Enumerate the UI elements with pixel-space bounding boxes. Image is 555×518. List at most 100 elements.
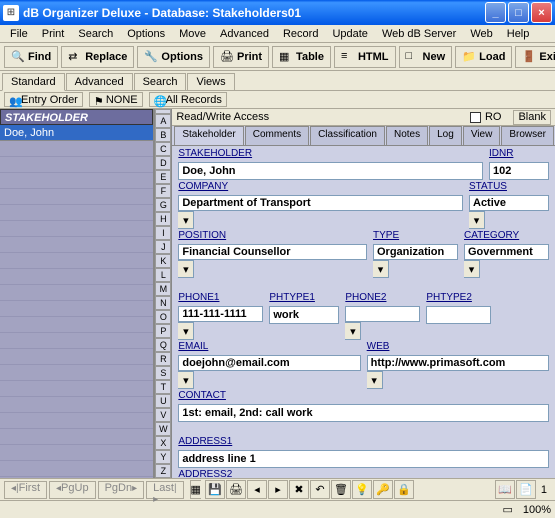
alpha-b[interactable]: B (155, 128, 171, 142)
web-input[interactable] (367, 355, 549, 371)
stakeholder-input[interactable] (178, 162, 483, 180)
position-input[interactable] (178, 244, 367, 260)
exit-button[interactable]: 🚪Exit (515, 46, 555, 68)
alpha-v[interactable]: V (155, 408, 171, 422)
menu-options[interactable]: Options (121, 27, 171, 41)
position-dropdown[interactable]: ▾ (178, 260, 194, 278)
address1-input[interactable] (178, 450, 549, 468)
pgup-button[interactable]: ◂PgUp (49, 481, 96, 499)
tab-views[interactable]: Views (187, 73, 234, 90)
phone1-input[interactable] (178, 306, 263, 322)
list-item[interactable]: Doe, John (0, 125, 153, 141)
tab-search[interactable]: Search (134, 73, 187, 90)
menu-help[interactable]: Help (501, 27, 536, 41)
alpha-q[interactable]: Q (155, 338, 171, 352)
idnr-input[interactable] (489, 162, 549, 180)
menu-file[interactable]: File (4, 27, 34, 41)
category-input[interactable] (464, 244, 549, 260)
alpha-s[interactable]: S (155, 366, 171, 380)
status-input[interactable] (469, 195, 549, 211)
load-button[interactable]: 📁Load (455, 46, 512, 68)
bulb-button[interactable]: 💡 (352, 480, 372, 499)
company-dropdown[interactable]: ▾ (178, 211, 194, 229)
tab-view[interactable]: View (463, 126, 501, 145)
menu-record[interactable]: Record (277, 27, 324, 41)
alpha-t[interactable]: T (155, 380, 171, 394)
alpha-o[interactable]: O (155, 310, 171, 324)
filter-none-button[interactable]: ⚑NONE (89, 92, 143, 107)
options-button[interactable]: 🔧Options (137, 46, 210, 68)
all-records-button[interactable]: 🌐All Records (149, 92, 227, 107)
tab-advanced[interactable]: Advanced (66, 73, 133, 90)
new-button[interactable]: □New (399, 46, 453, 68)
alpha-p[interactable]: P (155, 324, 171, 338)
find-button[interactable]: 🔍Find (4, 46, 58, 68)
tab-log[interactable]: Log (429, 126, 462, 145)
alpha-h[interactable]: H (155, 212, 171, 226)
menu-search[interactable]: Search (72, 27, 119, 41)
menu-print[interactable]: Print (36, 27, 71, 41)
delete-button[interactable]: 🗑 (331, 480, 351, 499)
phtype2-input[interactable] (426, 306, 491, 324)
alpha-k[interactable]: K (155, 254, 171, 268)
page-button[interactable]: 📄 (516, 480, 536, 499)
alpha-m[interactable]: M (155, 282, 171, 296)
web-dropdown[interactable]: ▾ (367, 371, 383, 389)
tab-standard[interactable]: Standard (2, 73, 65, 91)
blank-button[interactable]: Blank (513, 110, 551, 125)
alpha-x[interactable]: X (155, 436, 171, 450)
first-button[interactable]: ◂|First (4, 481, 47, 499)
print-button[interactable]: 🖨Print (213, 46, 269, 68)
alpha-y[interactable]: Y (155, 450, 171, 464)
undo-button[interactable]: ↶ (310, 480, 330, 499)
alpha-n[interactable]: N (155, 296, 171, 310)
pgdn-button[interactable]: PgDn▸ (98, 481, 145, 499)
menu-update[interactable]: Update (326, 27, 373, 41)
alpha-r[interactable]: R (155, 352, 171, 366)
prev-button[interactable]: ◂ (247, 480, 267, 499)
phone1-dropdown[interactable]: ▾ (178, 322, 194, 340)
alpha-g[interactable]: G (155, 198, 171, 212)
email-dropdown[interactable]: ▾ (178, 371, 194, 389)
stop-button[interactable]: ✖ (289, 480, 309, 499)
email-input[interactable] (178, 355, 360, 371)
alpha-d[interactable]: D (155, 156, 171, 170)
type-dropdown[interactable]: ▾ (373, 260, 389, 278)
phone2-dropdown[interactable]: ▾ (345, 322, 361, 340)
type-input[interactable] (373, 244, 458, 260)
alpha-w[interactable]: W (155, 422, 171, 436)
list-header[interactable]: STAKEHOLDER (0, 109, 153, 125)
readonly-checkbox[interactable] (470, 112, 481, 123)
company-input[interactable] (178, 195, 463, 211)
tab-stakeholder[interactable]: Stakeholder (174, 126, 243, 145)
alpha-c[interactable]: C (155, 142, 171, 156)
menu-webdbserver[interactable]: Web dB Server (376, 27, 462, 41)
status-dropdown[interactable]: ▾ (469, 211, 485, 229)
alpha-z[interactable]: Z (155, 464, 171, 478)
category-dropdown[interactable]: ▾ (464, 260, 480, 278)
alpha-a[interactable]: A (155, 114, 171, 128)
alpha-i[interactable]: I (155, 226, 171, 240)
last-button[interactable]: Last|▸ (146, 481, 183, 499)
menu-move[interactable]: Move (173, 27, 212, 41)
alpha-f[interactable]: F (155, 184, 171, 198)
replace-button[interactable]: ⇄Replace (61, 46, 134, 68)
html-button[interactable]: ≡HTML (334, 46, 396, 68)
menu-web[interactable]: Web (464, 27, 498, 41)
phone2-input[interactable] (345, 306, 420, 322)
table-button[interactable]: ▦Table (272, 46, 331, 68)
print-icon-button[interactable]: 🖨 (226, 480, 246, 499)
alpha-e[interactable]: E (155, 170, 171, 184)
alpha-u[interactable]: U (155, 394, 171, 408)
menu-advanced[interactable]: Advanced (214, 27, 275, 41)
tab-classification[interactable]: Classification (310, 126, 385, 145)
alpha-l[interactable]: L (155, 268, 171, 282)
key-button[interactable]: 🔑 (373, 480, 393, 499)
save-icon-button[interactable]: 💾 (205, 480, 225, 499)
entry-order-button[interactable]: 👥Entry Order (4, 92, 83, 107)
book-button[interactable]: 📖 (495, 480, 515, 499)
next-button[interactable]: ▸ (268, 480, 288, 499)
maximize-button[interactable]: □ (508, 2, 529, 23)
tab-comments[interactable]: Comments (245, 126, 309, 145)
alpha-j[interactable]: J (155, 240, 171, 254)
